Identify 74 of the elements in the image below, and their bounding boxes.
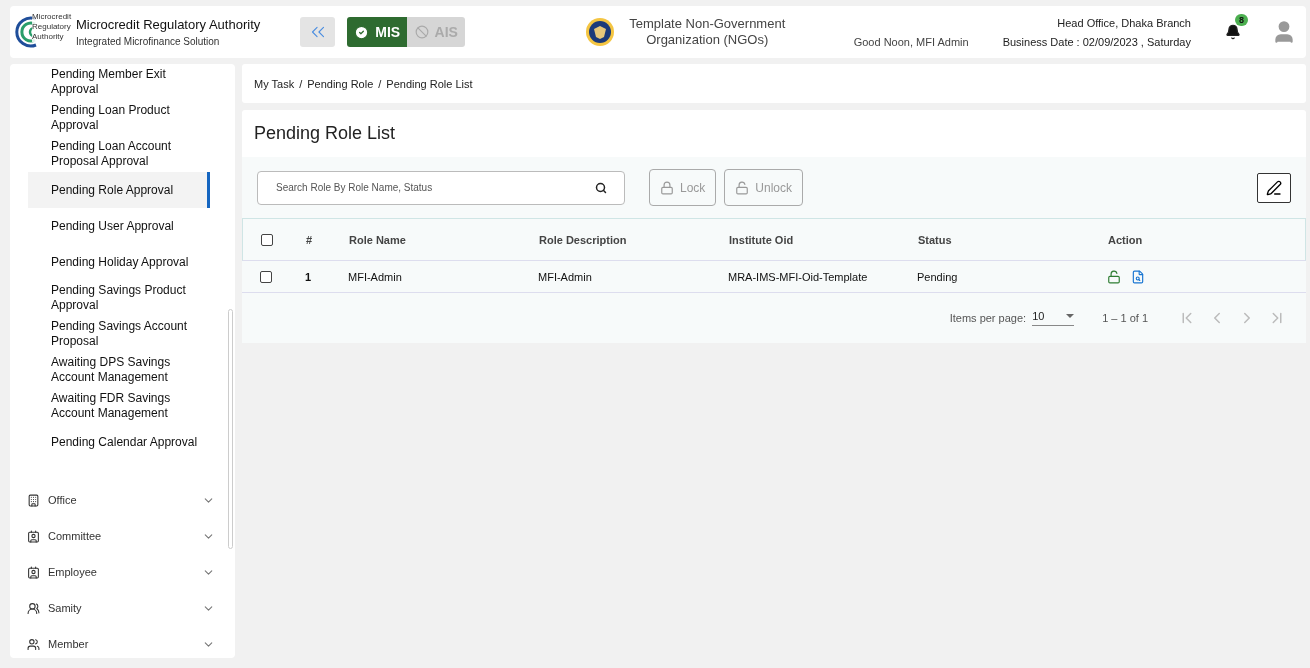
column-settings-button[interactable] (1257, 172, 1291, 203)
search-icon (595, 181, 607, 194)
mode-toggle[interactable]: MIS (347, 17, 408, 47)
row-checkbox[interactable] (260, 270, 272, 283)
organization-name: Template Non-Government Organization (NGOs) (628, 16, 787, 48)
column-header: Role Name (349, 233, 407, 246)
people-icon (27, 601, 40, 615)
column-header: Role Description (539, 233, 628, 246)
column-header: Institute Oid (729, 233, 795, 246)
sidebar-item[interactable]: Pending Member Exit Approval (28, 64, 210, 100)
sidebar-item[interactable]: Pending Savings Account Proposal (28, 316, 210, 352)
building-icon (27, 493, 40, 507)
document-view-icon[interactable] (1131, 269, 1145, 284)
check-circle-icon (354, 24, 370, 40)
sidebar-item[interactable]: Pending Savings Product Approval (28, 280, 210, 316)
notification-count: 8 (1235, 14, 1248, 26)
select-all-checkbox[interactable] (261, 233, 273, 246)
table-cell-text: MFI-Admin (348, 270, 403, 283)
app-title: Microcredit Regulatory Authority (76, 17, 261, 32)
logo-text: Regulatory (32, 22, 72, 32)
group-label: Committee (48, 530, 103, 542)
table-cell-text: MFI-Admin (538, 270, 593, 283)
sidebar-item[interactable]: Pending Loan Account Proposal Approval (28, 136, 210, 172)
lock-icon (660, 180, 674, 195)
scrollbar[interactable] (228, 309, 233, 549)
bell-icon[interactable] (1225, 24, 1241, 40)
search-field[interactable]: Search Role By Role Name, Status (257, 170, 625, 205)
sidebar-group[interactable]: Samity (10, 590, 235, 626)
sidebar-item[interactable]: Pending Holiday Approval (28, 244, 210, 280)
people-icon (27, 637, 40, 651)
sidebar-item[interactable]: Awaiting FDR Savings Account Management (28, 388, 210, 424)
app-subtitle: Integrated Microfinance Solution (76, 36, 221, 47)
sidebar-group[interactable]: Member (10, 626, 235, 658)
contact-card-icon (27, 565, 40, 579)
contact-card-icon (27, 529, 40, 543)
breadcrumb-link[interactable]: Pending Role (307, 77, 374, 90)
column-header: Status (918, 233, 953, 246)
group-label: Samity (48, 602, 83, 614)
unlock-icon (735, 180, 750, 195)
logo-text: Authority (32, 32, 65, 42)
column-header: # (306, 233, 314, 246)
sidebar-item[interactable]: Pending Role Approval (28, 172, 210, 208)
page-title: Pending Role List (253, 122, 397, 145)
breadcrumb-link[interactable]: Pending Role List (386, 77, 473, 90)
breadcrumb-separator: / (378, 77, 382, 90)
table-cell-text: 1 (305, 270, 313, 283)
group-label: Office (48, 494, 78, 506)
table-cell-text: Pending (917, 270, 959, 283)
logo-text: Microcredit (32, 12, 72, 22)
sidebar-group[interactable]: Office (10, 482, 235, 518)
branch-name: Head Office, Dhaka Branch (1057, 16, 1191, 29)
greeting-text: Good Noon, MFI Admin (853, 36, 969, 48)
unlock-icon[interactable] (1107, 269, 1121, 284)
table-cell-text: MRA-IMS-MFI-Oid-Template (728, 270, 869, 283)
sidebar-item[interactable]: Pending Calendar Approval (28, 424, 210, 460)
collapse-button[interactable] (300, 17, 336, 47)
sidebar-group[interactable]: Committee (10, 518, 235, 554)
seal-icon (585, 17, 616, 47)
items-per-page-label: Items per page: (949, 312, 1027, 324)
sidebar-item[interactable]: Pending Loan Product Approval (28, 100, 210, 136)
sidebar-group[interactable]: Employee (10, 554, 235, 590)
dropdown-caret-icon (1066, 313, 1075, 319)
page-size-select[interactable]: 10 (1032, 310, 1075, 326)
pen-icon (1266, 179, 1282, 196)
page-range: 1 – 1 of 1 (1102, 312, 1148, 324)
group-label: Employee (48, 566, 98, 578)
business-date: Business Date : 02/09/2023 , Saturday (1002, 35, 1191, 48)
sidebar-item[interactable]: Pending User Approval (28, 208, 210, 244)
breadcrumb-link[interactable]: My Task (254, 77, 295, 90)
ban-icon (414, 25, 429, 39)
breadcrumb-separator: / (299, 77, 303, 90)
group-label: Member (48, 638, 90, 650)
sidebar-item[interactable]: Awaiting DPS Savings Account Management (28, 352, 210, 388)
column-header: Action (1108, 233, 1144, 246)
